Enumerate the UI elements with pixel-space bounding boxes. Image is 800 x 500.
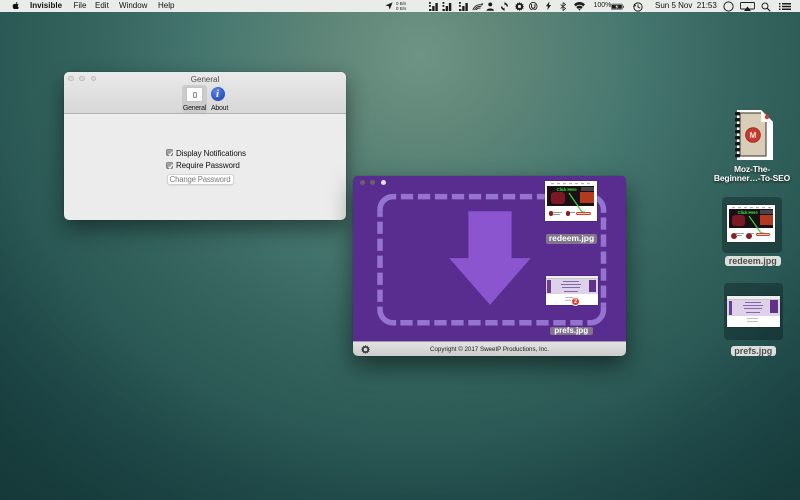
svg-text:M: M: [749, 131, 756, 140]
